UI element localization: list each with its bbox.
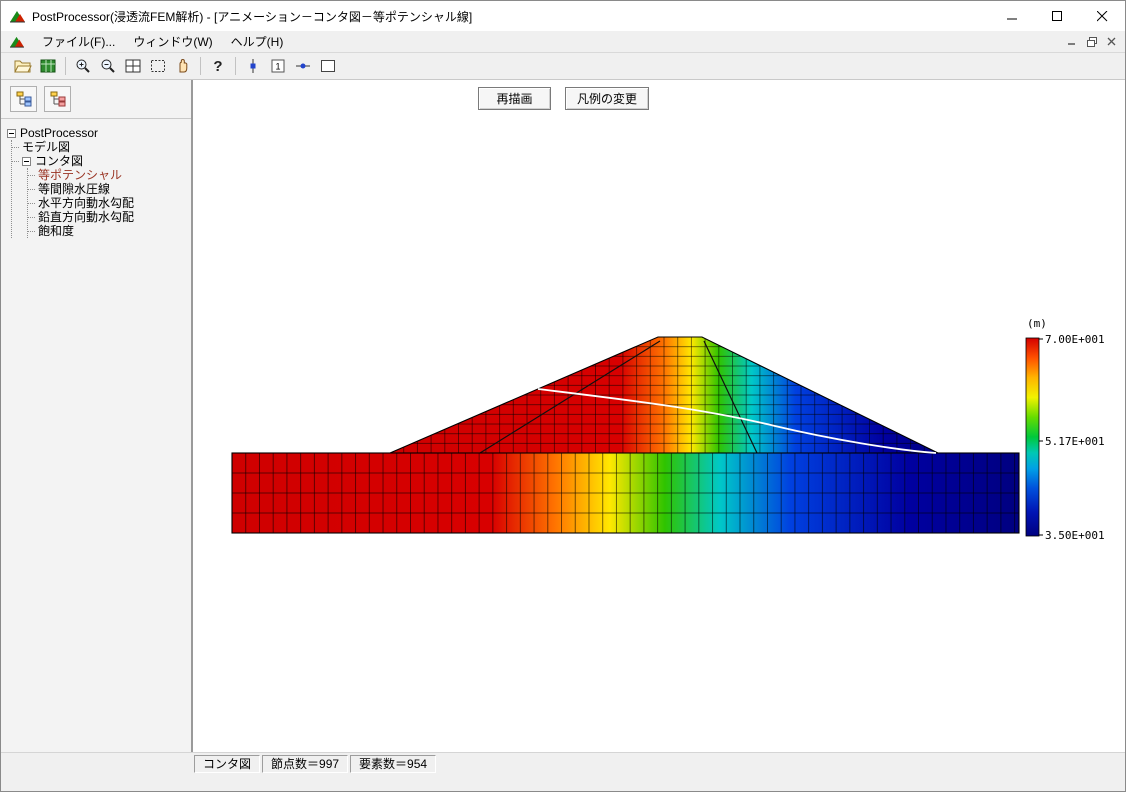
- mdi-close-button[interactable]: [1103, 34, 1120, 49]
- status-nodes-cell: 節点数＝997: [262, 755, 348, 773]
- node-vertical-line-button[interactable]: [241, 55, 265, 77]
- tree-item-horizontal-gradient[interactable]: 水平方向動水勾配: [28, 196, 189, 210]
- app-window: PostProcessor(浸透流FEM解析) - [アニメーション－コンタ図－…: [0, 0, 1126, 792]
- zoom-in-button[interactable]: [71, 55, 95, 77]
- magnifier-minus-icon: [100, 58, 116, 74]
- app-icon: [9, 9, 26, 24]
- maximize-icon: [1052, 11, 1063, 22]
- menu-item-help[interactable]: ヘルプ(H): [222, 30, 293, 53]
- window-grid-icon: [125, 59, 141, 73]
- window-controls: [990, 1, 1125, 31]
- green-table-icon: [40, 59, 56, 73]
- zoom-out-button[interactable]: [96, 55, 120, 77]
- tree-connector: [28, 189, 35, 190]
- tree-item-contour-diagram[interactable]: コンタ図: [12, 154, 189, 168]
- select-area-icon: [150, 59, 166, 73]
- tree-item-vertical-gradient[interactable]: 鉛直方向動水勾配: [28, 210, 189, 224]
- toolbar-separator: [231, 56, 240, 76]
- redraw-button[interactable]: 再描画: [478, 87, 551, 110]
- tree-root-label: PostProcessor: [20, 126, 98, 140]
- tree-branch: 等ポテンシャル 等間隙水圧線 水平方向動水勾配 鉛直方向動水勾配: [27, 168, 189, 238]
- tree-view-button-1[interactable]: [10, 86, 37, 112]
- menubar: ファイル(F)... ウィンドウ(W) ヘルプ(H): [1, 31, 1125, 53]
- left-panel: PostProcessor モデル図 コンタ図: [1, 80, 193, 752]
- close-icon: [1097, 11, 1108, 22]
- tree-connector: [28, 175, 35, 176]
- tree-root-row[interactable]: PostProcessor: [7, 126, 189, 140]
- mdi-restore-button[interactable]: [1083, 34, 1100, 49]
- legend-tick-max: 7.00E+001: [1045, 333, 1105, 346]
- tree-item-pore-pressure[interactable]: 等間隙水圧線: [28, 182, 189, 196]
- minimize-icon: [1007, 11, 1018, 22]
- legend-tick-min: 3.50E+001: [1045, 529, 1105, 542]
- tree-item-equipotential[interactable]: 等ポテンシャル: [28, 168, 189, 182]
- status-view-cell: コンタ図: [194, 755, 260, 773]
- menu-item-file[interactable]: ファイル(F)...: [33, 30, 124, 53]
- svg-text:1: 1: [275, 62, 280, 72]
- model-tree: PostProcessor モデル図 コンタ図: [1, 119, 191, 240]
- hand-icon: [175, 58, 191, 74]
- number-box-icon: 1: [271, 59, 285, 73]
- color-legend: (m) 7.00E+001 5.17E+001 3.50E+001: [1026, 317, 1105, 542]
- node-number-button[interactable]: 1: [266, 55, 290, 77]
- maximize-button[interactable]: [1035, 1, 1080, 31]
- tree-red-icon: [50, 91, 66, 107]
- titlebar: PostProcessor(浸透流FEM解析) - [アニメーション－コンタ図－…: [1, 1, 1125, 31]
- dam-cross-section: [232, 337, 1019, 533]
- menu-item-window[interactable]: ウィンドウ(W): [124, 30, 221, 53]
- magnifier-plus-icon: [75, 58, 91, 74]
- plot-canvas: (m) 7.00E+001 5.17E+001 3.50E+001 再描画 凡例…: [193, 80, 1125, 752]
- zoom-area-button[interactable]: [146, 55, 170, 77]
- tree-item-model-diagram[interactable]: モデル図: [12, 140, 189, 154]
- tree-blue-icon: [16, 91, 32, 107]
- mdi-restore-icon: [1087, 37, 1097, 47]
- foundation-mesh: [232, 453, 1019, 533]
- mdi-system-menu-icon[interactable]: [9, 35, 25, 49]
- main-toolbar: ? 1: [1, 53, 1125, 80]
- vertical-line-node-icon: [246, 58, 260, 74]
- toolbar-separator: [61, 56, 70, 76]
- fit-window-button[interactable]: [121, 55, 145, 77]
- status-elements-cell: 要素数＝954: [350, 755, 436, 773]
- panel-toolbar: [1, 80, 191, 119]
- horizontal-line-node-icon: [295, 59, 311, 73]
- question-icon: ?: [213, 58, 222, 75]
- tree-connector: [12, 161, 19, 162]
- mdi-close-icon: [1107, 37, 1116, 46]
- open-file-button[interactable]: [11, 55, 35, 77]
- bmp-export-button[interactable]: [36, 55, 60, 77]
- mdi-window-controls: [1063, 34, 1125, 49]
- close-button[interactable]: [1080, 1, 1125, 31]
- contour-plot: (m) 7.00E+001 5.17E+001 3.50E+001: [193, 80, 1125, 752]
- legend-tick-mid: 5.17E+001: [1045, 435, 1105, 448]
- legend-colorbar: [1026, 338, 1039, 536]
- collapse-icon[interactable]: [7, 129, 16, 138]
- rectangle-icon: [320, 59, 336, 73]
- statusbar: コンタ図 節点数＝997 要素数＝954: [1, 752, 1125, 774]
- window-bottom-edge: [1, 774, 1125, 791]
- toolbar-separator: [196, 56, 205, 76]
- tree-connector: [28, 231, 35, 232]
- legend-unit: (m): [1027, 317, 1047, 330]
- folder-open-icon: [14, 59, 32, 73]
- mdi-minimize-button[interactable]: [1063, 34, 1080, 49]
- pan-button[interactable]: [171, 55, 195, 77]
- tree-branch: モデル図 コンタ図 等ポテンシャル 等間隙: [11, 140, 189, 238]
- minimize-button[interactable]: [990, 1, 1035, 31]
- embankment-mesh: [390, 337, 938, 453]
- tree-view-button-2[interactable]: [44, 86, 71, 112]
- rectangle-button[interactable]: [316, 55, 340, 77]
- window-title: PostProcessor(浸透流FEM解析) - [アニメーション－コンタ図－…: [32, 8, 472, 25]
- tree-connector: [28, 217, 35, 218]
- main-area: PostProcessor モデル図 コンタ図: [1, 80, 1125, 752]
- node-horizontal-line-button[interactable]: [291, 55, 315, 77]
- tree-connector: [28, 203, 35, 204]
- tree-item-saturation[interactable]: 飽和度: [28, 224, 189, 238]
- legend-change-button[interactable]: 凡例の変更: [565, 87, 649, 110]
- help-button[interactable]: ?: [206, 55, 230, 77]
- collapse-icon[interactable]: [22, 157, 31, 166]
- mdi-minimize-icon: [1067, 37, 1076, 46]
- tree-connector: [12, 147, 19, 148]
